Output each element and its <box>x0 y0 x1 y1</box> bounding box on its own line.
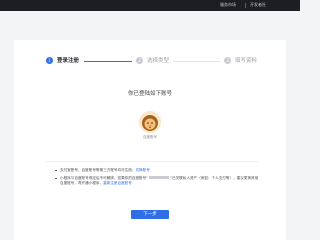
top-navigation-bar: 服务市场 开发者社 <box>0 0 300 11</box>
step-2-label: 选择类型 <box>147 58 170 64</box>
step-connector-1 <box>84 61 132 62</box>
lion-avatar-icon <box>139 111 161 133</box>
masked-account-name <box>149 176 170 180</box>
tips-list: 支付宝账号、百度账号等第三方账号均可注册，切换账号 小程序与百度账号绑定后不可解… <box>55 168 260 189</box>
step-login-register: 1 登录注册 <box>46 53 79 67</box>
step-2-number: 2 <box>136 56 143 64</box>
step-3-number: 3 <box>224 56 231 64</box>
switch-account-link[interactable]: 切换账号 <box>135 168 149 172</box>
tip-2-text: 小程序与百度账号绑定后不可解绑，如果你的百度账号“ <box>60 175 149 180</box>
step-1-label: 登录注册 <box>57 58 80 64</box>
next-step-button[interactable]: 下一步 <box>131 210 169 219</box>
step-select-type: 2 选择类型 <box>136 53 169 67</box>
bullet-icon <box>55 169 57 172</box>
nav-link-developer-community[interactable]: 开发者社 <box>250 2 266 8</box>
logged-in-account-notice: 你已登陆如下账号 <box>127 91 172 97</box>
re-register-account-link[interactable]: 重新注册百度账号 <box>103 181 132 185</box>
step-3-label: 填写资料 <box>235 58 258 64</box>
nav-link-service-market[interactable]: 服务市场 <box>220 2 236 8</box>
step-connector-2 <box>173 61 220 62</box>
section-divider <box>46 161 258 162</box>
step-1-number: 1 <box>46 56 53 64</box>
tip-item: 小程序与百度账号绑定后不可解绑，如果你的百度账号“ ”已关联私人资产（例如：个人支… <box>55 176 260 186</box>
registration-steps: 1 登录注册 2 选择类型 3 填写资料 <box>0 53 300 67</box>
avatar <box>139 111 161 133</box>
step-fill-info: 3 填写资料 <box>224 53 257 67</box>
tip-1-text: 支付宝账号、百度账号等第三方账号均可注册， <box>60 168 136 172</box>
nav-separator <box>245 3 246 8</box>
bullet-icon <box>55 177 57 180</box>
tip-item: 支付宝账号、百度账号等第三方账号均可注册，切换账号 <box>55 168 260 173</box>
account-name: 百度账号 <box>143 135 157 139</box>
